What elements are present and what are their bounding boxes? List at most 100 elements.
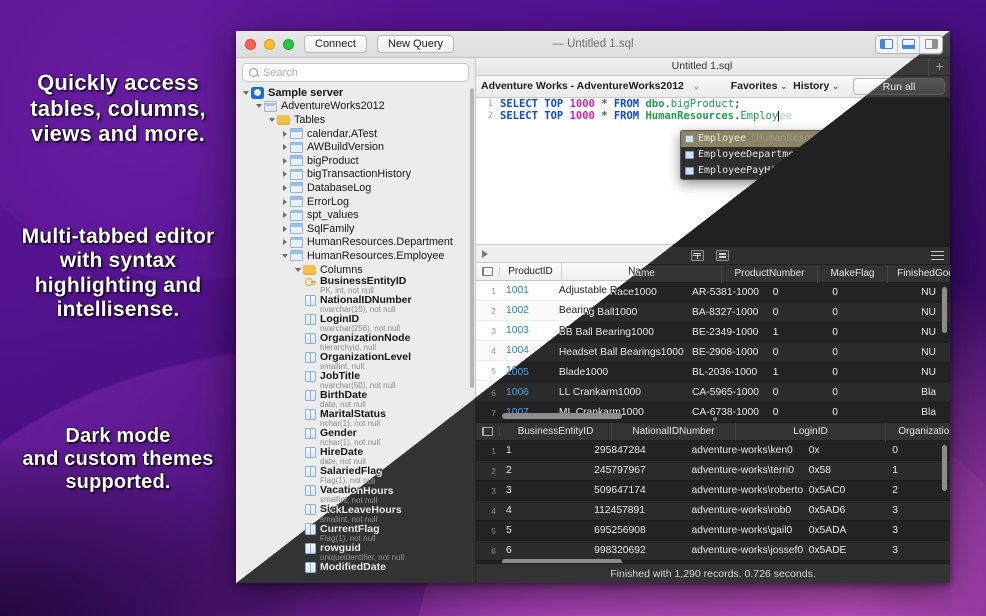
table-cell: 1	[767, 367, 826, 378]
column-header[interactable]: BusinessEntityID	[500, 423, 612, 441]
chevron-down-icon[interactable]	[292, 268, 303, 272]
table-cell: 0x5ADA	[803, 525, 887, 536]
column-header[interactable]: MakeFlag	[818, 265, 888, 283]
table-cell: 1	[500, 445, 588, 456]
search-input[interactable]: Search	[242, 63, 469, 82]
dark-grid-view-icon[interactable]	[691, 250, 704, 261]
table-row[interactable]: 11295847284adventure-works\ken00x0	[476, 441, 950, 461]
sidebar-layout-icon[interactable]	[876, 36, 898, 53]
connection-chevron-down-icon[interactable]: ⌄	[693, 82, 700, 91]
table-row[interactable]: 66998320692adventure-works\jossef00x5ADE…	[476, 541, 950, 561]
tree-item-bigtransactionhistory[interactable]: bigTransactionHistory	[236, 168, 475, 182]
zoom-button[interactable]	[283, 39, 294, 50]
layout-toggle-group[interactable]	[875, 35, 943, 54]
chevron-down-icon[interactable]	[279, 254, 290, 258]
table-cell: 1	[767, 327, 826, 338]
tree-item-spt-values[interactable]: spt_values	[236, 208, 475, 222]
tree-item-label: Tables	[294, 114, 325, 126]
tree-item-errorlog[interactable]: ErrorLog	[236, 195, 475, 209]
tree-item-humanresources-department[interactable]: HumanResources.Department	[236, 236, 475, 250]
minimize-button[interactable]	[264, 39, 275, 50]
title-bar: Connect New Query — Untitled 1.sql	[236, 31, 950, 58]
chevron-down-icon[interactable]	[240, 91, 251, 95]
chevron-right-icon[interactable]	[279, 144, 290, 150]
table-row[interactable]: 51005Blade1000BL-2036-100010NU	[476, 363, 950, 383]
tree-item-humanresources-employee[interactable]: HumanResources.Employee	[236, 249, 475, 263]
dark-grid-1-vscrollbar[interactable]	[942, 287, 947, 333]
column-header[interactable]: OrganizationNode	[886, 423, 950, 441]
tab-untitled-1-sql[interactable]: Untitled 1.sql	[476, 60, 928, 72]
dark-results-grid-2[interactable]: BusinessEntityIDNationalIDNumberLoginIDO…	[476, 422, 950, 568]
table-row[interactable]: 33509647174adventure-works\roberto00x5AC…	[476, 481, 950, 501]
line-number: 1	[479, 99, 493, 109]
column-item-loginid[interactable]: LoginIDnvarchar(256), not null	[236, 314, 475, 333]
chevron-right-icon[interactable]	[279, 171, 290, 177]
column-item-maritalstatus[interactable]: MaritalStatusnchar(1), not null	[236, 409, 475, 428]
chevron-right-icon[interactable]	[279, 239, 290, 245]
tab-bar: Untitled 1.sql +	[476, 58, 950, 76]
close-button[interactable]	[245, 39, 256, 50]
table-cell: LL Crankarm1000	[553, 387, 686, 398]
column-item-birthdate[interactable]: BirthDatedate, not null	[236, 390, 475, 409]
table-cell: 295847284	[588, 445, 685, 456]
history-menu[interactable]: History ⌄	[793, 80, 839, 92]
connection-label[interactable]: Adventure Works - AdventureWorks2012	[481, 80, 684, 92]
tree-item-tables[interactable]: Tables	[236, 113, 475, 127]
column-header[interactable]: LoginID	[736, 423, 886, 441]
tree-scrollbar[interactable]	[470, 88, 474, 388]
connect-button[interactable]: Connect	[304, 35, 367, 53]
tree-item-calendar-atest[interactable]: calendar.ATest	[236, 127, 475, 141]
tree-item-databaselog[interactable]: DatabaseLog	[236, 181, 475, 195]
tree-item-awbuildversion[interactable]: AWBuildVersion	[236, 140, 475, 154]
column-item-modifieddate[interactable]: ModifiedDate	[236, 562, 475, 581]
new-query-button[interactable]: New Query	[377, 35, 454, 53]
chevron-down-icon[interactable]	[266, 118, 277, 122]
favorites-menu[interactable]: Favorites ⌄	[731, 80, 787, 92]
table-row[interactable]: 61006LL Crankarm1000CA-5965-100000Bla	[476, 383, 950, 403]
column-item-nationalidnumber[interactable]: NationalIDNumbernvarchar(15), not null	[236, 295, 475, 314]
table-row[interactable]: 22245797967adventure-works\terri00x581	[476, 461, 950, 481]
column-header[interactable]: ProductNumber	[722, 265, 818, 283]
dark-grid-1-hscrollbar[interactable]	[502, 413, 622, 419]
dark-grid-2-corner-icon[interactable]	[476, 427, 500, 436]
chevron-down-icon[interactable]	[253, 104, 264, 108]
table-row[interactable]: 41004Headset Ball Bearings1000BE-2908-10…	[476, 343, 950, 363]
tree-item-sample-server[interactable]: Sample server	[236, 86, 475, 100]
sql-token: FROM	[614, 110, 639, 122]
table-cell: 6	[500, 545, 588, 556]
right-pane-layout-icon[interactable]	[920, 36, 942, 53]
sql-token: 1000	[570, 98, 595, 110]
chevron-right-icon[interactable]	[279, 226, 290, 232]
tree-item-bigproduct[interactable]: bigProduct	[236, 154, 475, 168]
column-header[interactable]: FinishedGoodsFlag	[888, 265, 950, 283]
column-header[interactable]: NationalIDNumber	[612, 423, 736, 441]
chevron-right-icon[interactable]	[279, 212, 290, 218]
window-controls[interactable]	[245, 39, 294, 50]
chevron-right-icon[interactable]	[279, 199, 290, 205]
chevron-right-icon[interactable]	[279, 131, 290, 137]
dark-grid-splitter-handle[interactable]	[713, 417, 717, 421]
column-header[interactable]: ProductID	[500, 263, 562, 281]
chevron-right-icon[interactable]	[279, 185, 290, 191]
chevron-right-icon[interactable]	[279, 158, 290, 164]
sql-token: 1000	[570, 110, 595, 122]
bottom-pane-layout-icon[interactable]	[898, 36, 920, 53]
favorites-label: Favorites	[731, 80, 778, 92]
dark-text-view-icon[interactable]	[716, 250, 729, 261]
table-row[interactable]: 44112457891adventure-works\rob00x5AD63	[476, 501, 950, 521]
grid-1-corner-icon[interactable]	[476, 267, 500, 276]
table-cell: BE-2908-1000	[686, 347, 767, 358]
tree-item-columns[interactable]: Columns	[236, 263, 475, 277]
column-item-businessentityid[interactable]: BusinessEntityIDPK, int, not null	[236, 276, 475, 295]
dark-grid-2-vscrollbar[interactable]	[942, 445, 947, 491]
tree-item-adventureworks2012[interactable]: AdventureWorks2012	[236, 100, 475, 114]
table-row[interactable]: 55695256908adventure-works\gail00x5ADA3	[476, 521, 950, 541]
column-item-organizationnode[interactable]: OrganizationNodehierarchyid, null	[236, 333, 475, 352]
table-cell: 245797967	[588, 465, 685, 476]
dark-hamburger-menu-icon[interactable]	[931, 251, 944, 260]
dark-new-tab-button[interactable]: +	[928, 58, 950, 76]
promo-line: supported.	[4, 471, 232, 494]
tree-item-sqlfamily[interactable]: SqlFamily	[236, 222, 475, 236]
column-item-jobtitle[interactable]: JobTitlenvarchar(50), not null	[236, 371, 475, 390]
column-item-organizationlevel[interactable]: OrganizationLevelsmallint, null	[236, 352, 475, 371]
